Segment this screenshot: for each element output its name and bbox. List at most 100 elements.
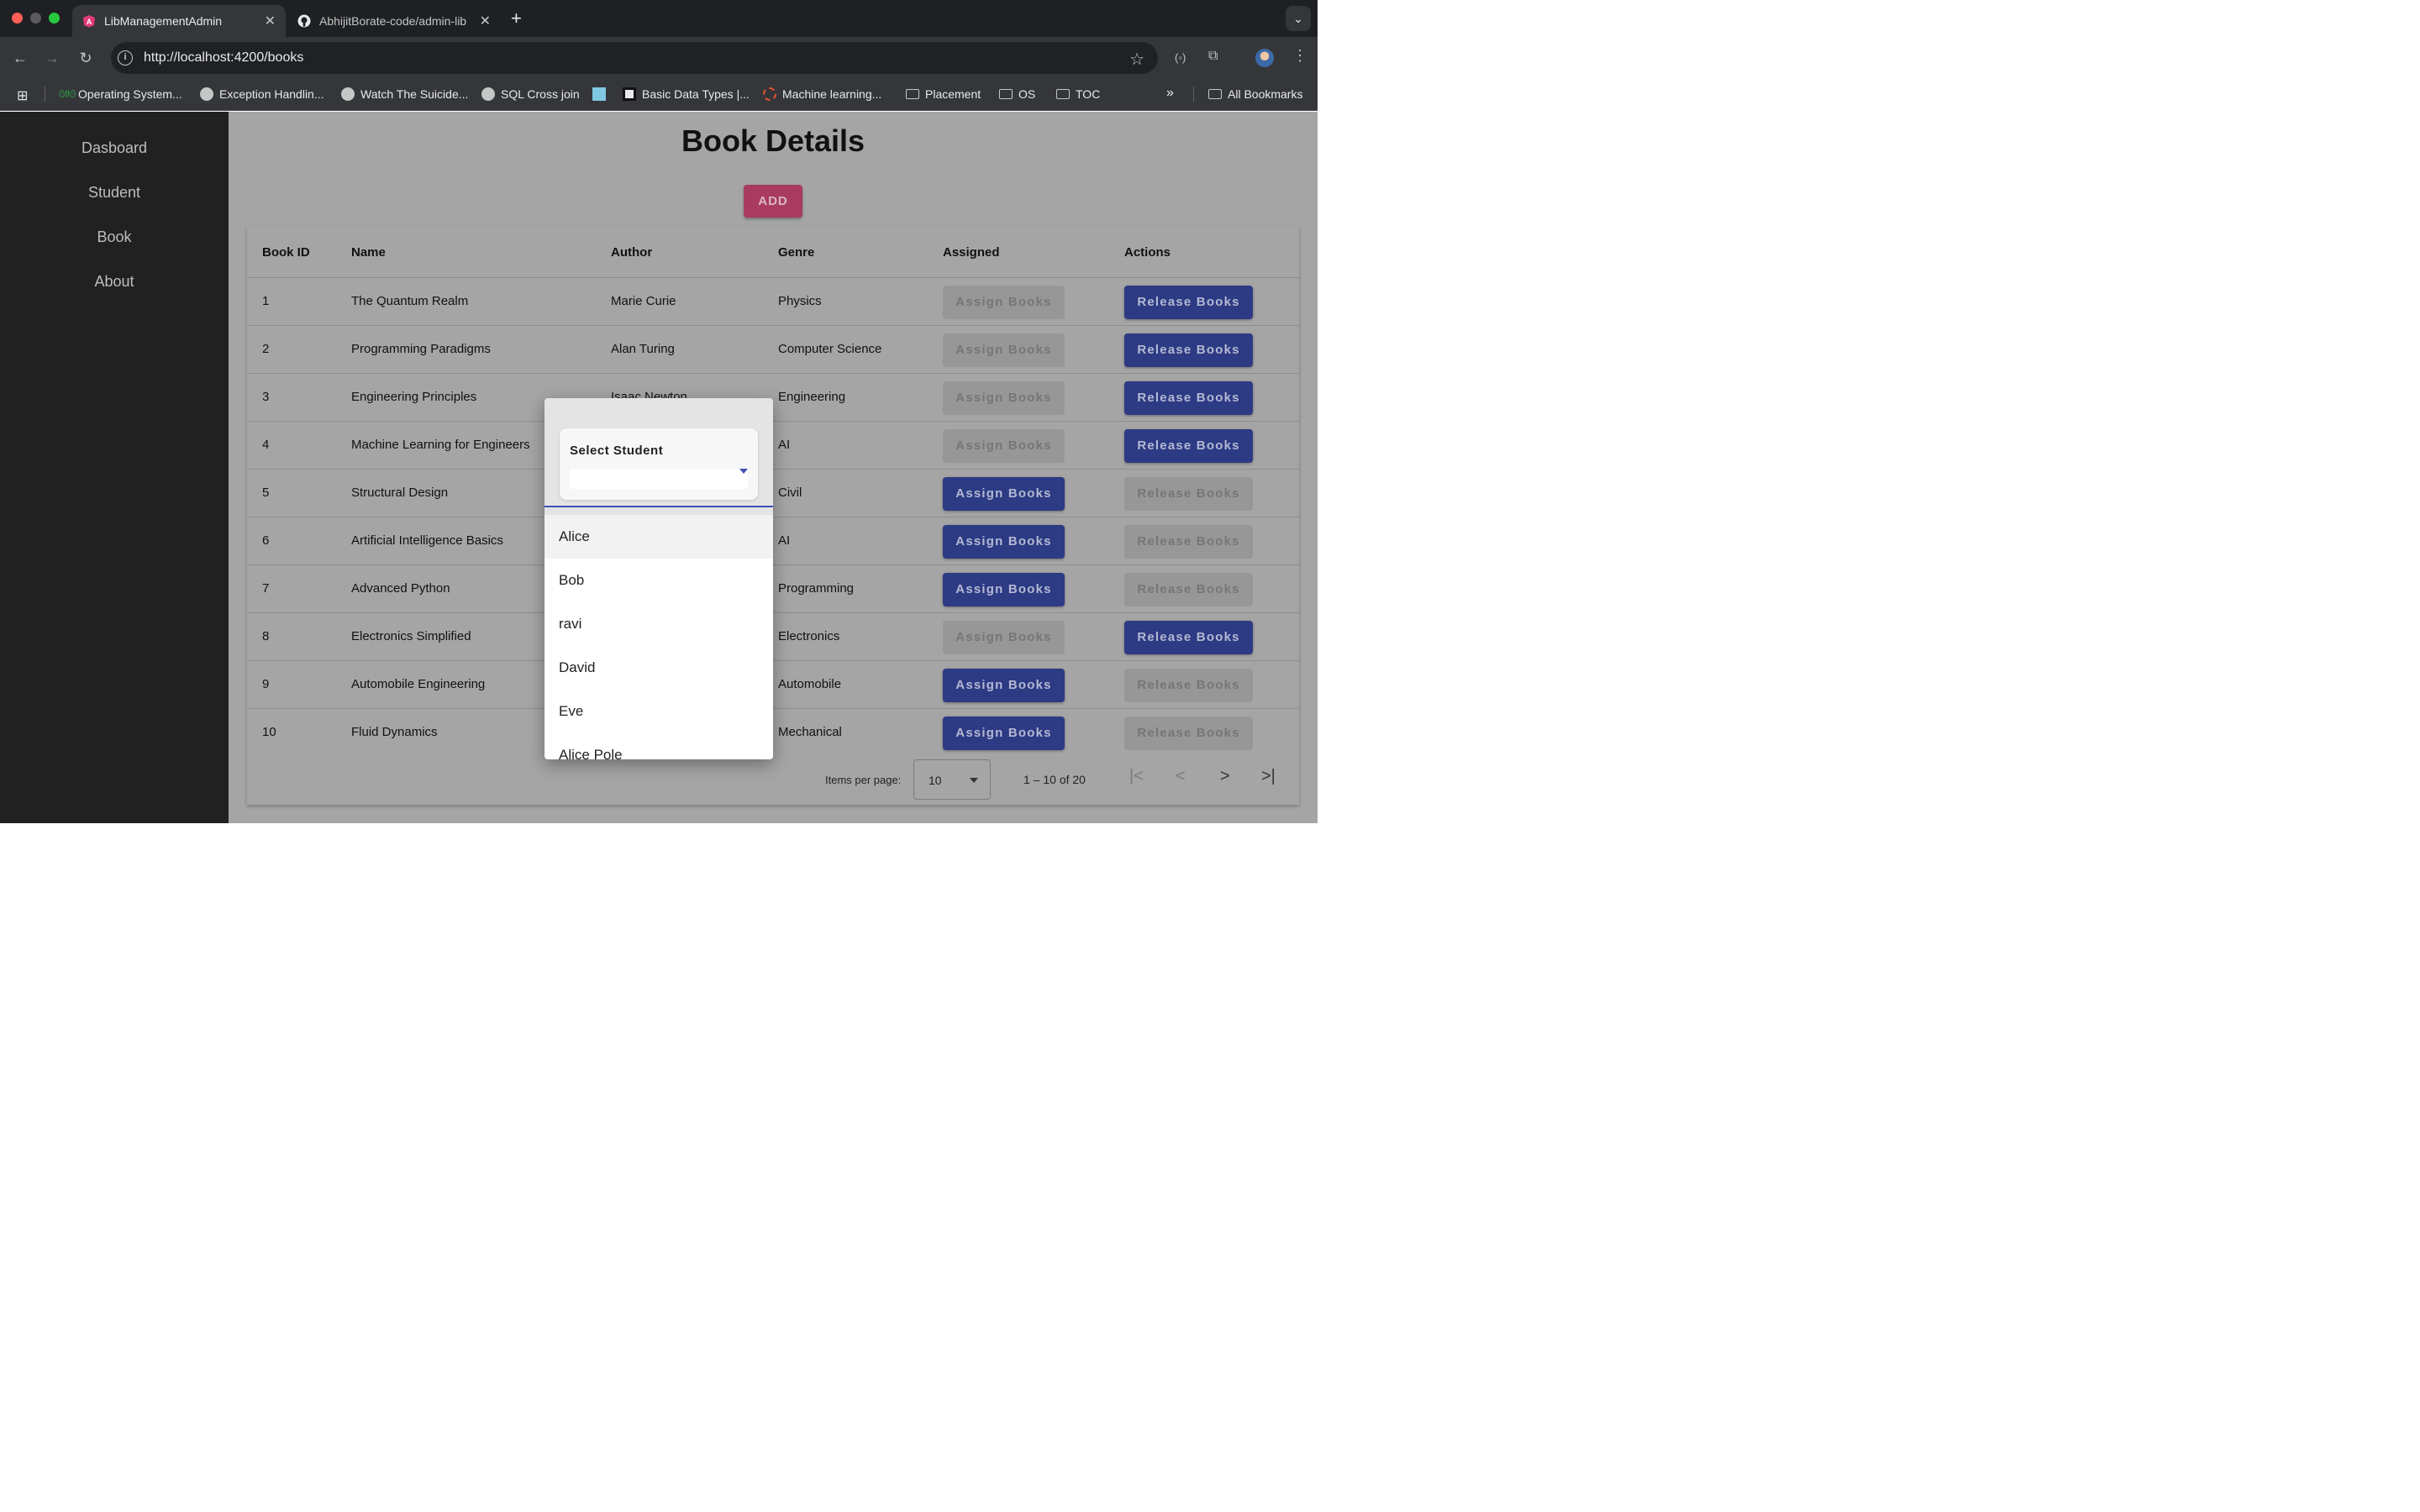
student-select-field[interactable]: Select Student (560, 428, 758, 500)
release-books-button[interactable]: Release Books (1124, 477, 1253, 511)
book-name-cell: Artificial Intelligence Basics (351, 533, 503, 548)
tab-title: AbhijitBorate-code/admin-lib (319, 14, 467, 28)
first-page-icon[interactable]: |< (1129, 767, 1144, 786)
student-option[interactable]: David (544, 646, 773, 690)
browser-tab[interactable]: AbhijitBorate-code/admin-lib ✕ (287, 5, 501, 37)
student-option[interactable]: Alice Pole (544, 733, 773, 759)
release-books-button[interactable]: Release Books (1124, 429, 1253, 463)
tab-search-button[interactable]: ⌄ (1286, 6, 1311, 31)
gfg-icon: ᘛᘚ (59, 88, 76, 100)
table-row: 2 Programming Paradigms Alan Turing Compute… (247, 325, 1299, 373)
book-name-cell: Electronics Simplified (351, 629, 471, 643)
book-name-cell: Machine Learning for Engineers (351, 438, 530, 452)
maximize-window-button[interactable] (49, 13, 60, 24)
add-book-button[interactable]: ADD (744, 185, 802, 218)
bookmark-separator (1193, 87, 1194, 102)
bookmark-item[interactable]: SQL Cross join (481, 87, 580, 101)
student-option[interactable]: Alice (544, 515, 773, 559)
table-row: 3 Engineering Principles Isaac Newton Engin… (247, 373, 1299, 421)
bookmark-item[interactable]: Machine learning... (763, 87, 881, 101)
sidebar-item-book[interactable]: Book (0, 228, 229, 246)
bookmark-folder[interactable]: Placement (906, 87, 981, 101)
angular-icon: A (83, 15, 95, 28)
column-header-assigned: Assigned (943, 245, 1000, 260)
student-select-input[interactable] (570, 469, 748, 489)
bookmark-item[interactable]: Basic Data Types |... (623, 87, 750, 101)
assign-books-button[interactable]: Assign Books (943, 621, 1065, 654)
svg-text:A: A (87, 18, 92, 26)
new-tab-button[interactable]: + (511, 8, 522, 29)
assign-books-button[interactable]: Assign Books (943, 669, 1065, 702)
previous-page-icon[interactable]: < (1176, 767, 1186, 786)
bookmark-star-icon[interactable]: ☆ (1129, 49, 1144, 70)
bookmark-label: Placement (925, 87, 981, 101)
bookmark-label: Basic Data Types |... (642, 87, 750, 101)
assign-books-button[interactable]: Assign Books (943, 477, 1065, 511)
student-option[interactable]: Eve (544, 690, 773, 733)
browser-tab-active[interactable]: A LibManagementAdmin ✕ (72, 5, 286, 37)
folder-icon (1056, 89, 1070, 99)
close-tab-icon[interactable]: ✕ (265, 13, 276, 29)
release-books-button[interactable]: Release Books (1124, 381, 1253, 415)
release-books-button[interactable]: Release Books (1124, 669, 1253, 702)
more-bookmarks-button[interactable]: » (1166, 86, 1174, 101)
reload-icon[interactable]: ↻ (76, 48, 96, 68)
bookmark-folder[interactable]: TOC (1056, 87, 1100, 101)
site-info-icon[interactable]: i (118, 50, 133, 66)
extension-icon[interactable]: (◦) (1175, 51, 1186, 64)
release-books-button[interactable]: Release Books (1124, 621, 1253, 654)
bookmark-folder[interactable]: OS (999, 87, 1035, 101)
genre-cell: Civil (778, 486, 802, 500)
close-tab-icon[interactable]: ✕ (480, 13, 491, 29)
bookmark-item[interactable]: Exception Handlin... (200, 87, 324, 101)
sidebar-item-about[interactable]: About (0, 273, 229, 291)
github-icon (297, 14, 311, 28)
chevron-down-icon (970, 778, 978, 783)
sidebar-item-student[interactable]: Student (0, 184, 229, 202)
assign-books-button[interactable]: Assign Books (943, 573, 1065, 606)
assign-books-button[interactable]: Assign Books (943, 429, 1065, 463)
back-icon[interactable]: ← (10, 48, 30, 68)
address-bar[interactable]: i http://localhost:4200/books ☆ (111, 42, 1158, 74)
genre-cell: Electronics (778, 629, 840, 643)
column-header-actions: Actions (1124, 245, 1171, 260)
folder-icon (906, 89, 919, 99)
bookmark-label: OS (1018, 87, 1036, 101)
minimize-window-button[interactable] (30, 13, 41, 24)
forward-icon[interactable]: → (42, 48, 62, 68)
items-per-page-value: 10 (929, 774, 942, 787)
select-underline (544, 506, 773, 507)
assign-books-button[interactable]: Assign Books (943, 286, 1065, 319)
site-icon (592, 87, 606, 101)
menu-icon[interactable]: ⋮ (1292, 47, 1307, 65)
release-books-button[interactable]: Release Books (1124, 333, 1253, 367)
bookmark-item[interactable] (592, 87, 612, 101)
student-option[interactable]: Bob (544, 559, 773, 602)
site-icon (623, 87, 636, 101)
release-books-button[interactable]: Release Books (1124, 286, 1253, 319)
sidebar-item-dashboard[interactable]: Dasboard (0, 139, 229, 157)
table-row: 8 Electronics Simplified Electronics Assign… (247, 612, 1299, 660)
all-bookmarks-folder[interactable]: All Bookmarks (1208, 87, 1302, 101)
next-page-icon[interactable]: > (1220, 767, 1230, 786)
items-per-page-select[interactable]: 10 (913, 759, 991, 800)
student-option[interactable]: ravi (544, 602, 773, 646)
assign-books-button[interactable]: Assign Books (943, 381, 1065, 415)
profile-avatar[interactable] (1255, 49, 1274, 67)
chevron-down-icon[interactable] (739, 469, 748, 474)
release-books-button[interactable]: Release Books (1124, 525, 1253, 559)
release-books-button[interactable]: Release Books (1124, 717, 1253, 750)
release-books-button[interactable]: Release Books (1124, 573, 1253, 606)
close-window-button[interactable] (12, 13, 23, 24)
bookmark-item[interactable]: ᘛᘚ Operating System... (59, 87, 182, 101)
apps-icon[interactable]: ⊞ (17, 87, 28, 104)
extensions-puzzle-icon[interactable]: ⧉ (1208, 49, 1218, 64)
address-url[interactable]: http://localhost:4200/books (144, 50, 303, 66)
assign-books-button[interactable]: Assign Books (943, 333, 1065, 367)
ml-icon (763, 87, 776, 101)
assign-books-button[interactable]: Assign Books (943, 525, 1065, 559)
folder-icon (999, 89, 1013, 99)
assign-books-button[interactable]: Assign Books (943, 717, 1065, 750)
last-page-icon[interactable]: >| (1261, 767, 1276, 786)
bookmark-item[interactable]: Watch The Suicide... (341, 87, 468, 101)
